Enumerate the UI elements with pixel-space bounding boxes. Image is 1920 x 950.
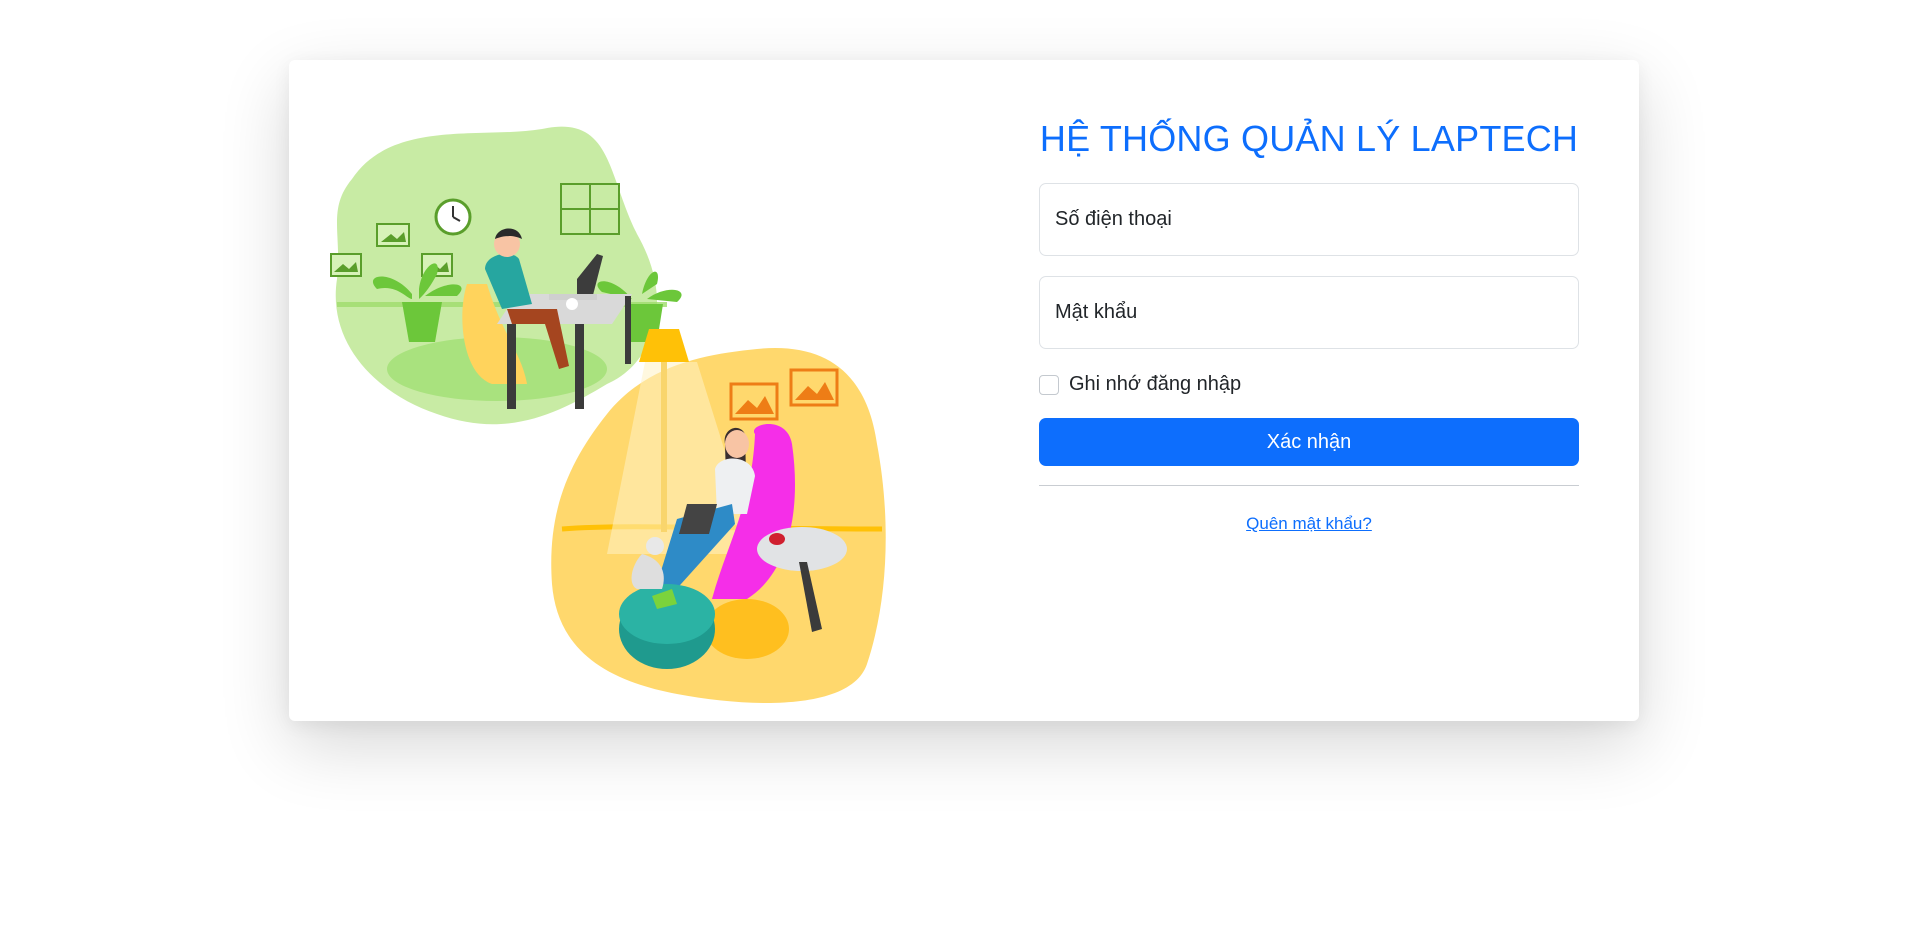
remote-work-illustration [307, 84, 903, 707]
submit-button[interactable]: Xác nhận [1039, 418, 1579, 466]
remember-label: Ghi nhớ đăng nhập [1069, 373, 1242, 395]
divider [1039, 485, 1579, 486]
forgot-password-link[interactable]: Quên mật khẩu? [1246, 514, 1372, 533]
remember-checkbox[interactable] [1039, 374, 1059, 395]
password-input[interactable] [1039, 276, 1579, 349]
phone-input[interactable] [1039, 183, 1579, 256]
login-card: HỆ THỐNG QUẢN LÝ LAPTECH Ghi nhớ đăng nh… [289, 60, 1639, 721]
remember-me[interactable]: Ghi nhớ đăng nhập [1039, 373, 1241, 396]
forgot-password-row: Quên mật khẩu? [1039, 514, 1579, 534]
login-form: HỆ THỐNG QUẢN LÝ LAPTECH Ghi nhớ đăng nh… [1039, 60, 1579, 721]
page-title: HỆ THỐNG QUẢN LÝ LAPTECH [1039, 118, 1579, 159]
